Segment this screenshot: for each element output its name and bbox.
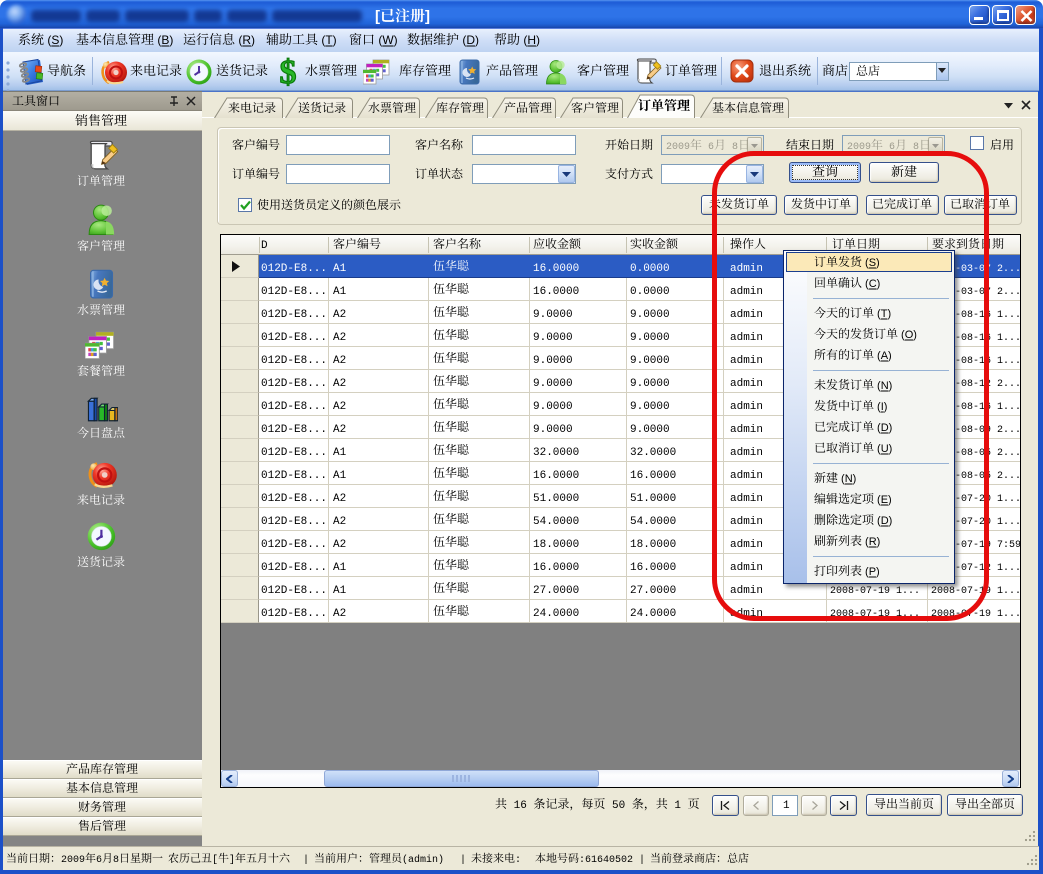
svg-text:18.0000: 18.0000: [533, 539, 579, 551]
svg-text:24.0000: 24.0000: [630, 608, 676, 620]
svg-text:]: ]: [425, 8, 430, 25]
svg-text:32.0000: 32.0000: [630, 447, 676, 459]
svg-text:(admin): (admin): [402, 854, 444, 866]
svg-text:012D-E8...: 012D-E8...: [261, 355, 327, 367]
svg-text:(S): (S): [44, 33, 63, 47]
svg-text:A2: A2: [333, 516, 346, 528]
svg-text:16.0000: 16.0000: [533, 263, 579, 275]
svg-text:012D-E8...: 012D-E8...: [261, 309, 327, 321]
svg-text:012D-E8...: 012D-E8...: [261, 539, 327, 551]
svg-text:012D-E8...: 012D-E8...: [261, 401, 327, 413]
svg-text:A1: A1: [333, 263, 347, 275]
svg-text:16.0000: 16.0000: [630, 562, 676, 574]
svg-text:$: $: [280, 57, 297, 87]
svg-text:012D-E8...: 012D-E8...: [261, 493, 327, 505]
svg-text:A2: A2: [333, 309, 346, 321]
svg-text::61640502: :61640502: [579, 855, 633, 866]
svg-text:(R): (R): [235, 33, 255, 47]
svg-text:18.0000: 18.0000: [630, 539, 676, 551]
svg-text:2009: 2009: [666, 142, 690, 153]
svg-text:54.0000: 54.0000: [630, 516, 676, 528]
svg-text:0.0000: 0.0000: [630, 286, 670, 298]
svg-text:012D-E8...: 012D-E8...: [261, 447, 327, 459]
svg-text:51.0000: 51.0000: [630, 493, 676, 505]
svg-text:9.0000: 9.0000: [630, 424, 670, 436]
svg-text:A1: A1: [333, 447, 347, 459]
svg-text:012D-E8...: 012D-E8...: [261, 263, 327, 275]
svg-text:6: 6: [702, 142, 714, 153]
svg-text:9.0000: 9.0000: [533, 332, 573, 344]
svg-text:012D-E8...: 012D-E8...: [261, 516, 327, 528]
svg-text:(D): (D): [459, 33, 479, 47]
svg-text:6: 6: [96, 855, 102, 866]
svg-text:A2: A2: [333, 378, 346, 390]
svg-text:012D-E8...: 012D-E8...: [261, 378, 327, 390]
svg-text:]: ]: [229, 854, 235, 866]
svg-text:9.0000: 9.0000: [630, 355, 670, 367]
svg-text:012D-E8...: 012D-E8...: [261, 332, 327, 344]
svg-text:27.0000: 27.0000: [533, 585, 579, 597]
svg-text::: :: [515, 855, 521, 866]
svg-text:|: |: [460, 854, 466, 866]
svg-text:9.0000: 9.0000: [533, 355, 573, 367]
svg-text:A2: A2: [333, 493, 346, 505]
svg-text:A2: A2: [333, 355, 346, 367]
svg-text:1: 1: [668, 800, 688, 812]
svg-text:16.0000: 16.0000: [533, 470, 579, 482]
svg-text:A2: A2: [333, 608, 346, 620]
svg-text:012D-E8...: 012D-E8...: [261, 562, 327, 574]
svg-text:012D-E8...: 012D-E8...: [261, 424, 327, 436]
svg-text:012D-E8...: 012D-E8...: [261, 585, 327, 597]
svg-text:A2: A2: [333, 401, 346, 413]
svg-text:A1: A1: [333, 470, 347, 482]
svg-text:9.0000: 9.0000: [630, 309, 670, 321]
svg-text:A2: A2: [333, 424, 346, 436]
svg-text:2009: 2009: [61, 855, 85, 866]
svg-text:54.0000: 54.0000: [533, 516, 579, 528]
svg-text:51.0000: 51.0000: [533, 493, 579, 505]
svg-text:|: |: [639, 854, 645, 866]
svg-text:D: D: [261, 240, 268, 252]
svg-text:50: 50: [605, 800, 631, 812]
svg-text:(T): (T): [318, 33, 337, 47]
svg-text:9.0000: 9.0000: [630, 401, 670, 413]
svg-text:16.0000: 16.0000: [533, 286, 579, 298]
svg-text:9.0000: 9.0000: [630, 332, 670, 344]
svg-text:16: 16: [507, 800, 533, 812]
svg-text:[: [: [375, 8, 380, 25]
svg-text:9.0000: 9.0000: [630, 378, 670, 390]
svg-text:[: [: [212, 854, 218, 866]
svg-text:9.0000: 9.0000: [533, 309, 573, 321]
svg-text:012D-E8...: 012D-E8...: [261, 470, 327, 482]
svg-text:8: 8: [113, 855, 119, 866]
svg-text:16.0000: 16.0000: [533, 562, 579, 574]
svg-text:8: 8: [726, 142, 738, 153]
svg-text:A2: A2: [333, 539, 346, 551]
svg-text:24.0000: 24.0000: [533, 608, 579, 620]
svg-text:012D-E8...: 012D-E8...: [261, 608, 327, 620]
svg-text:(W): (W): [375, 33, 398, 47]
svg-text:0.0000: 0.0000: [630, 263, 670, 275]
svg-text:012D-E8...: 012D-E8...: [261, 286, 327, 298]
svg-text:A1: A1: [333, 286, 347, 298]
svg-text:27.0000: 27.0000: [630, 585, 676, 597]
svg-text:A1: A1: [333, 562, 347, 574]
svg-text:9.0000: 9.0000: [533, 378, 573, 390]
svg-text:1: 1: [783, 800, 790, 812]
svg-text:|: |: [303, 854, 309, 866]
svg-text:(H): (H): [520, 33, 540, 47]
svg-text:A1: A1: [333, 585, 347, 597]
svg-text:A2: A2: [333, 332, 346, 344]
svg-text:32.0000: 32.0000: [533, 447, 579, 459]
svg-text:16.0000: 16.0000: [630, 470, 676, 482]
svg-text:9.0000: 9.0000: [533, 401, 573, 413]
svg-text:(B): (B): [154, 33, 173, 47]
svg-text:9.0000: 9.0000: [533, 424, 573, 436]
